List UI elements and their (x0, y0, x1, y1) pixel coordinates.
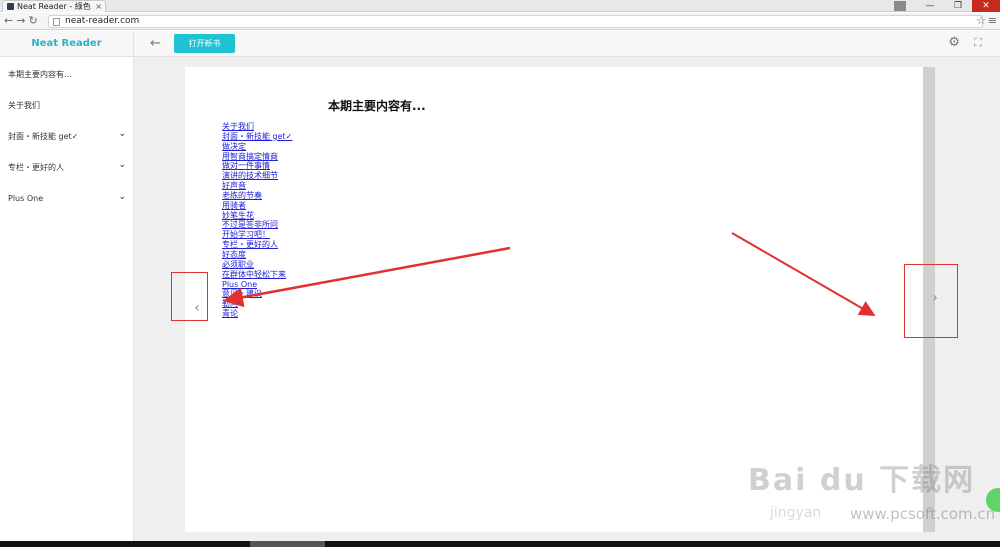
toc-link[interactable]: 用智商搞定情商 (222, 152, 292, 162)
fullscreen-icon[interactable]: ⛶ (974, 36, 982, 50)
browser-menu-icon[interactable]: ≡ (988, 14, 997, 27)
sidebar-item-plus-one[interactable]: Plus One ⌄ (8, 192, 126, 203)
maximize-button[interactable]: ❐ (944, 0, 972, 12)
sidebar-item-cover[interactable]: 封面・新技能 get✓ ⌄ (8, 129, 126, 142)
sidebar-item-label: 本期主要内容有... (8, 70, 72, 79)
browser-tab[interactable]: Neat Reader - 綠色 × (2, 0, 106, 12)
toc-link[interactable]: 专栏・更好的人 (222, 240, 292, 250)
address-bar: ←→↻ neat-reader.com ☆ ≡ (0, 13, 1000, 30)
app-header: Neat Reader ← 打开新书 ⚙ ⛶ (0, 31, 1000, 57)
toc-link[interactable]: 青论 (222, 309, 292, 319)
taskbar-item[interactable] (250, 541, 325, 547)
sidebar-item-label: 关于我们 (8, 101, 40, 110)
watermark-site: www.pcsoft.com.cn (850, 505, 996, 523)
sidebar-item-about[interactable]: 关于我们 (8, 100, 126, 111)
sidebar-item-label: 专栏・更好的人 (8, 163, 64, 172)
toc-link[interactable]: 意见・建议 (222, 289, 292, 299)
back-arrow-icon[interactable]: ← (150, 36, 161, 51)
toc-link[interactable]: 开始学习吧！ (222, 230, 292, 240)
minimize-button[interactable]: — (916, 0, 944, 12)
browser-back-icon[interactable]: ← (4, 14, 16, 27)
bookmark-star-icon[interactable]: ☆ (976, 14, 986, 27)
brand-logo: Neat Reader (0, 31, 134, 57)
highlight-box-prev (171, 272, 208, 321)
tab-title: Neat Reader - 綠色 (17, 2, 91, 11)
sidebar-item-column[interactable]: 专栏・更好的人 ⌄ (8, 160, 126, 173)
toc-link[interactable]: 关于我们 (222, 122, 292, 132)
sidebar: 本期主要内容有... 关于我们 封面・新技能 get✓ ⌄ 专栏・更好的人 ⌄ … (0, 57, 134, 541)
watermark-baidu: Bai du 下载网 (748, 463, 976, 498)
toc-link[interactable]: 用骑者 (222, 201, 292, 211)
toolbar: ← 打开新书 ⚙ ⛶ (134, 31, 1000, 57)
toc-link[interactable]: 勒问 (222, 299, 292, 309)
os-taskbar (0, 541, 1000, 547)
toc-link[interactable]: 不过是答非所问 (222, 220, 292, 230)
toc-link[interactable]: 在群体中轻松下来 (222, 270, 292, 280)
toc-link[interactable]: Plus One (222, 280, 292, 290)
url-input[interactable]: neat-reader.com (48, 15, 983, 28)
toc-link[interactable]: 必须职业 (222, 260, 292, 270)
page-title: 本期主要内容有... (328, 99, 426, 113)
toc-list: 关于我们 封面・新技能 get✓ 做决定 用智商搞定情商 做对一件事情 演讲的技… (222, 122, 292, 319)
browser-nav: ←→↻ (4, 14, 41, 27)
toc-link[interactable]: 做对一件事情 (222, 161, 292, 171)
url-text: neat-reader.com (65, 16, 140, 26)
open-book-button[interactable]: 打开新书 (174, 34, 235, 53)
toc-link[interactable]: 妙笔生花 (222, 211, 292, 221)
toc-link[interactable]: 做决定 (222, 142, 292, 152)
highlight-box-next (904, 264, 958, 338)
browser-forward-icon[interactable]: → (16, 14, 28, 27)
gear-icon[interactable]: ⚙ (948, 35, 960, 50)
window-controls: — ❐ ✕ (894, 0, 1000, 12)
toc-link[interactable]: 好声音 (222, 181, 292, 191)
sidebar-item-label: Plus One (8, 194, 44, 203)
toc-link[interactable]: 演讲的技术细节 (222, 171, 292, 181)
watermark-sub: jingyan (770, 505, 822, 521)
toc-link[interactable]: 老练的节奏 (222, 191, 292, 201)
page-icon (53, 18, 60, 26)
sidebar-item-intro[interactable]: 本期主要内容有... (8, 69, 126, 80)
user-profile-icon[interactable] (894, 1, 906, 11)
toc-link[interactable]: 好态度 (222, 250, 292, 260)
chevron-down-icon[interactable]: ⌄ (118, 192, 126, 202)
sidebar-item-label: 封面・新技能 get✓ (8, 132, 79, 141)
favicon-icon (7, 3, 14, 10)
close-window-button[interactable]: ✕ (972, 0, 1000, 12)
tab-close-icon[interactable]: × (95, 1, 102, 12)
reload-icon[interactable]: ↻ (28, 14, 40, 27)
chevron-down-icon[interactable]: ⌄ (118, 129, 126, 139)
toc-link[interactable]: 封面・新技能 get✓ (222, 132, 292, 142)
browser-titlebar: Neat Reader - 綠色 × — ❐ ✕ (0, 0, 1000, 12)
chevron-down-icon[interactable]: ⌄ (118, 160, 126, 170)
